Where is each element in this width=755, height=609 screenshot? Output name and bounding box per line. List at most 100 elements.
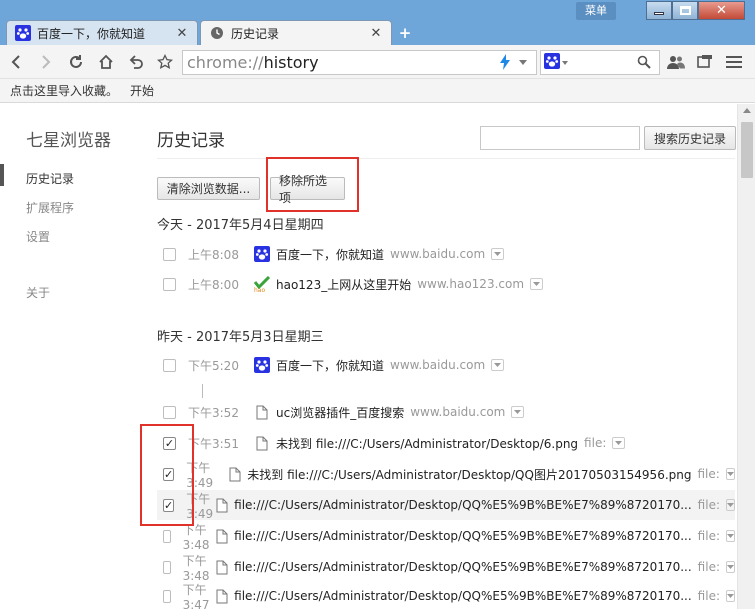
baidu-paw-icon xyxy=(15,25,31,41)
entry-menu-button[interactable] xyxy=(491,248,505,260)
history-row[interactable]: 下午3:52 uc浏览器插件_百度搜索 www.baidu.com xyxy=(157,397,735,427)
window-switch-button[interactable] xyxy=(695,52,715,72)
entry-title-link[interactable]: 百度一下，你就知道 xyxy=(276,357,384,374)
tab-history[interactable]: 历史记录 ✕ xyxy=(200,20,392,45)
sidebar-item-settings[interactable]: 设置 xyxy=(26,228,50,245)
maximize-button[interactable] xyxy=(672,1,698,20)
chevron-down-icon xyxy=(727,534,734,538)
new-tab-button[interactable]: + xyxy=(396,25,414,41)
row-checkbox[interactable] xyxy=(163,277,176,291)
history-row[interactable]: 上午8:00 hao hao123_上网从这里开始 www.hao123.com xyxy=(157,269,735,299)
reload-button[interactable] xyxy=(66,52,86,72)
close-icon[interactable]: ✕ xyxy=(175,26,189,41)
hamburger-icon xyxy=(726,56,742,68)
entry-menu-button[interactable] xyxy=(726,561,735,573)
row-checkbox[interactable] xyxy=(163,358,176,372)
bookmark-star-button[interactable] xyxy=(155,52,175,72)
clear-browsing-data-button[interactable]: 清除浏览数据... xyxy=(157,177,260,200)
chevron-down-icon xyxy=(533,282,541,286)
bookmarks-bar: 点击这里导入收藏。 开始 xyxy=(0,79,755,103)
entry-menu-button[interactable] xyxy=(725,468,735,480)
history-row[interactable]: 下午3:48 file:///C:/Users/Administrator/De… xyxy=(157,552,735,583)
chevron-down-icon xyxy=(514,410,522,414)
entry-title-link[interactable]: file:///C:/Users/Administrator/Desktop/Q… xyxy=(234,498,692,512)
entry-menu-button[interactable] xyxy=(491,359,505,371)
close-icon[interactable]: ✕ xyxy=(369,26,383,41)
toolbar: chrome://history xyxy=(0,45,755,79)
history-row[interactable]: ✓ 下午3:51 未找到 file:///C:/Users/Administra… xyxy=(157,428,735,458)
history-row[interactable]: ✓ 下午3:49 file:///C:/Users/Administrator/… xyxy=(157,490,735,521)
search-history-button[interactable]: 搜索历史记录 xyxy=(644,126,736,150)
tab-title: 百度一下，你就知道 xyxy=(37,26,146,41)
entry-menu-button[interactable] xyxy=(726,499,735,511)
history-row[interactable]: 下午3:48 file:///C:/Users/Administrator/De… xyxy=(157,521,735,552)
entry-menu-button[interactable] xyxy=(530,278,544,290)
back-button[interactable] xyxy=(6,52,26,72)
baidu-paw-icon xyxy=(254,246,270,262)
close-window-button[interactable]: ✕ xyxy=(698,1,745,20)
history-row[interactable]: 下午3:47 file:///C:/Users/Administrator/De… xyxy=(157,583,735,609)
window-menu-button[interactable]: 菜单 xyxy=(576,2,616,20)
page-title: 历史记录 xyxy=(157,131,225,151)
sidebar-item-extensions[interactable]: 扩展程序 xyxy=(26,199,74,216)
row-checkbox[interactable] xyxy=(163,560,171,574)
undo-close-button[interactable] xyxy=(126,52,146,72)
page-icon xyxy=(216,528,228,544)
entry-time: 下午5:20 xyxy=(188,358,239,373)
undo-icon xyxy=(129,55,143,69)
menu-button[interactable] xyxy=(724,52,744,72)
import-bookmarks-link[interactable]: 点击这里导入收藏。 xyxy=(10,82,118,99)
page-icon xyxy=(216,559,228,575)
home-button[interactable] xyxy=(96,52,116,72)
history-row[interactable]: ✓ 下午3:49 未找到 file:///C:/Users/Administra… xyxy=(157,459,735,490)
day-header-today: 今天 - 2017年5月4日星期四 xyxy=(157,218,324,233)
maximize-icon xyxy=(679,6,691,15)
entry-title-link[interactable]: file:///C:/Users/Administrator/Desktop/Q… xyxy=(234,589,692,603)
entry-title-link[interactable]: 未找到 file:///C:/Users/Administrator/Deskt… xyxy=(276,435,578,452)
scroll-thumb[interactable] xyxy=(741,122,753,178)
history-row[interactable]: 下午5:20 百度一下，你就知道 www.baidu.com xyxy=(157,350,735,380)
entry-title-link[interactable]: hao123_上网从这里开始 xyxy=(276,276,411,293)
row-checkbox[interactable] xyxy=(163,529,171,543)
history-row[interactable]: 上午8:08 百度一下，你就知道 www.baidu.com xyxy=(157,239,735,269)
forward-button[interactable] xyxy=(36,52,56,72)
back-arrow-icon xyxy=(11,55,20,69)
lightning-icon[interactable] xyxy=(499,54,511,74)
entry-title-link[interactable]: 百度一下，你就知道 xyxy=(276,246,384,263)
sidebar-item-about[interactable]: 关于 xyxy=(26,284,50,301)
entry-menu-button[interactable] xyxy=(726,530,735,542)
title-bar: 百度一下，你就知道 ✕ 历史记录 ✕ + 菜单 ✕ xyxy=(0,0,755,45)
users-button[interactable] xyxy=(666,52,686,72)
annotation-box-remove-button xyxy=(266,157,359,212)
row-checkbox[interactable] xyxy=(163,589,171,603)
entry-time: 下午3:52 xyxy=(188,405,239,420)
row-checkbox[interactable] xyxy=(163,247,176,261)
chevron-down-icon[interactable] xyxy=(562,60,568,65)
chevron-down-icon xyxy=(615,441,623,445)
search-engine-box[interactable] xyxy=(540,50,660,75)
search-icon[interactable] xyxy=(637,55,651,72)
entry-menu-button[interactable] xyxy=(726,590,735,602)
scrollbar[interactable] xyxy=(737,104,755,609)
scroll-up-icon[interactable] xyxy=(743,108,751,113)
baidu-paw-icon[interactable] xyxy=(544,53,560,72)
entry-title-link[interactable]: file:///C:/Users/Administrator/Desktop/Q… xyxy=(234,560,692,574)
address-bar[interactable]: chrome://history xyxy=(182,50,537,75)
star-icon xyxy=(157,54,173,69)
tab-baidu[interactable]: 百度一下，你就知道 ✕ xyxy=(6,20,198,45)
entry-menu-button[interactable] xyxy=(612,437,626,449)
entry-title-link[interactable]: uc浏览器插件_百度搜索 xyxy=(276,404,404,421)
minimize-button[interactable] xyxy=(646,1,672,20)
history-search-input[interactable] xyxy=(480,126,640,150)
entry-title-link[interactable]: file:///C:/Users/Administrator/Desktop/Q… xyxy=(234,529,692,543)
chevron-down-icon[interactable] xyxy=(519,60,527,65)
entry-domain: file: xyxy=(697,467,720,481)
history-page: 七星浏览器 历史记录 扩展程序 设置 关于 历史记录 搜索历史记录 清除浏览数据… xyxy=(0,104,755,609)
app-name: 七星浏览器 xyxy=(26,131,111,151)
row-checkbox[interactable] xyxy=(163,405,176,419)
bookmark-start[interactable]: 开始 xyxy=(130,82,154,99)
header-divider xyxy=(157,158,735,159)
entry-menu-button[interactable] xyxy=(511,406,525,418)
entry-title-link[interactable]: 未找到 file:///C:/Users/Administrator/Deskt… xyxy=(247,466,691,483)
sidebar-item-history[interactable]: 历史记录 xyxy=(26,170,74,187)
